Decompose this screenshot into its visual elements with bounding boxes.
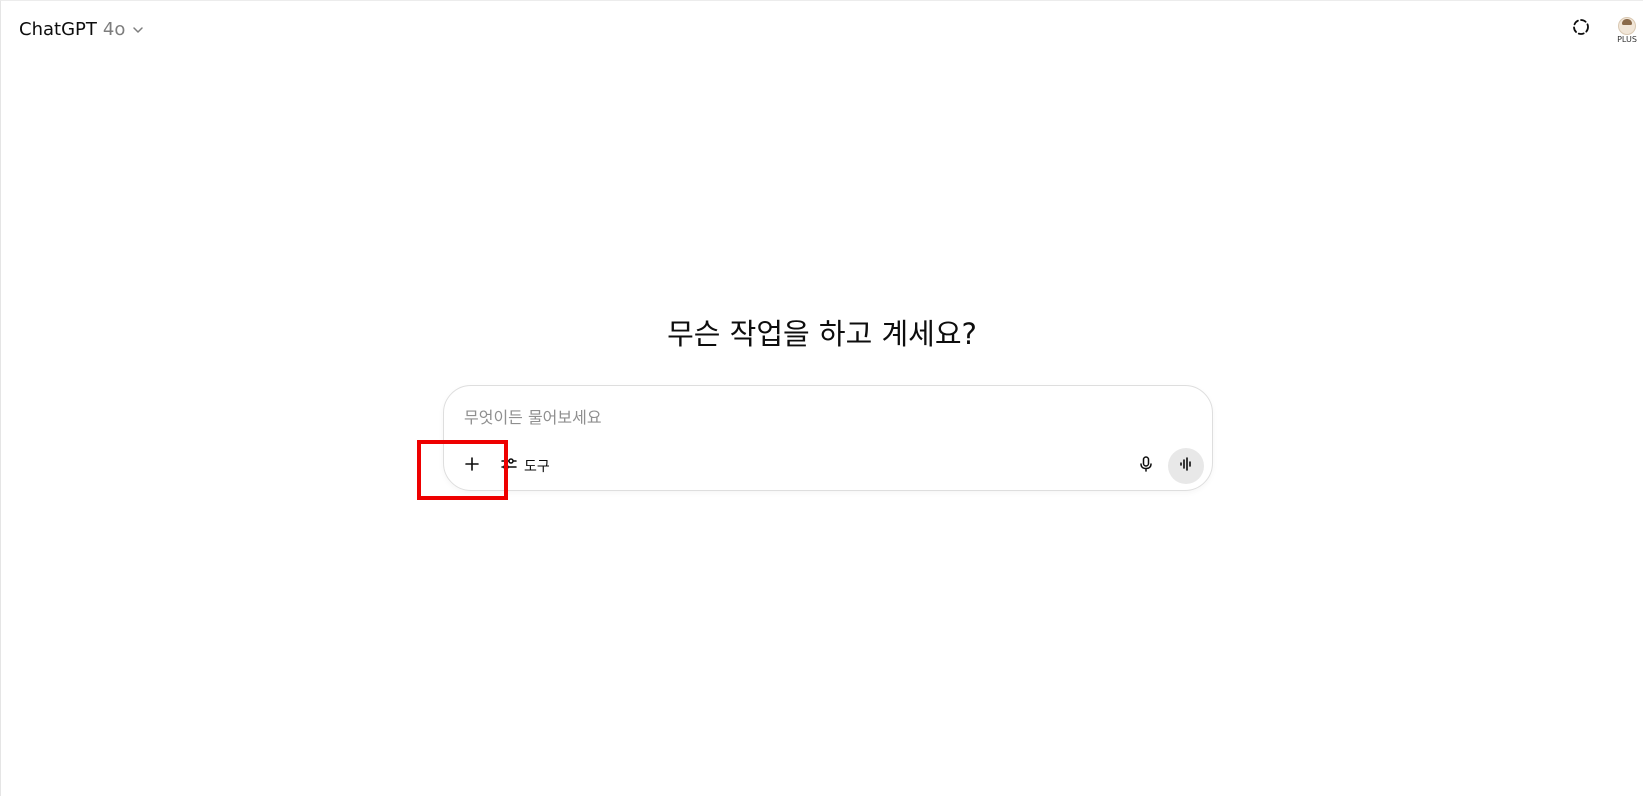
plus-icon xyxy=(463,455,481,477)
model-name: ChatGPT xyxy=(19,18,97,40)
tools-sliders-icon xyxy=(500,455,518,477)
chevron-down-icon xyxy=(131,22,145,36)
avatar[interactable]: PLUS xyxy=(1614,17,1640,49)
model-version: 4o xyxy=(102,18,126,40)
model-switcher[interactable]: ChatGPT 4o xyxy=(11,13,153,45)
plan-badge: PLUS xyxy=(1617,35,1637,44)
attach-button[interactable] xyxy=(454,448,490,484)
dictation-button[interactable] xyxy=(1128,448,1164,484)
prompt-input[interactable] xyxy=(464,404,1164,430)
tools-label: 도구 xyxy=(524,459,550,475)
microphone-icon xyxy=(1137,455,1155,477)
prompt-composer: 도구 xyxy=(443,385,1213,491)
voice-waveform-icon xyxy=(1177,455,1195,477)
dashed-circle-icon xyxy=(1571,17,1591,41)
voice-mode-button[interactable] xyxy=(1168,448,1204,484)
tools-button[interactable]: 도구 xyxy=(494,448,556,484)
top-bar: ChatGPT 4o PLUS xyxy=(1,1,1643,57)
temporary-chat-button[interactable] xyxy=(1566,14,1596,44)
app-window: ChatGPT 4o PLUS 무슨 작업을 하고 계세요? 무엇이든 물어보세… xyxy=(0,0,1643,796)
avatar-image xyxy=(1618,17,1636,35)
page-title: 무슨 작업을 하고 계세요? xyxy=(667,317,977,351)
